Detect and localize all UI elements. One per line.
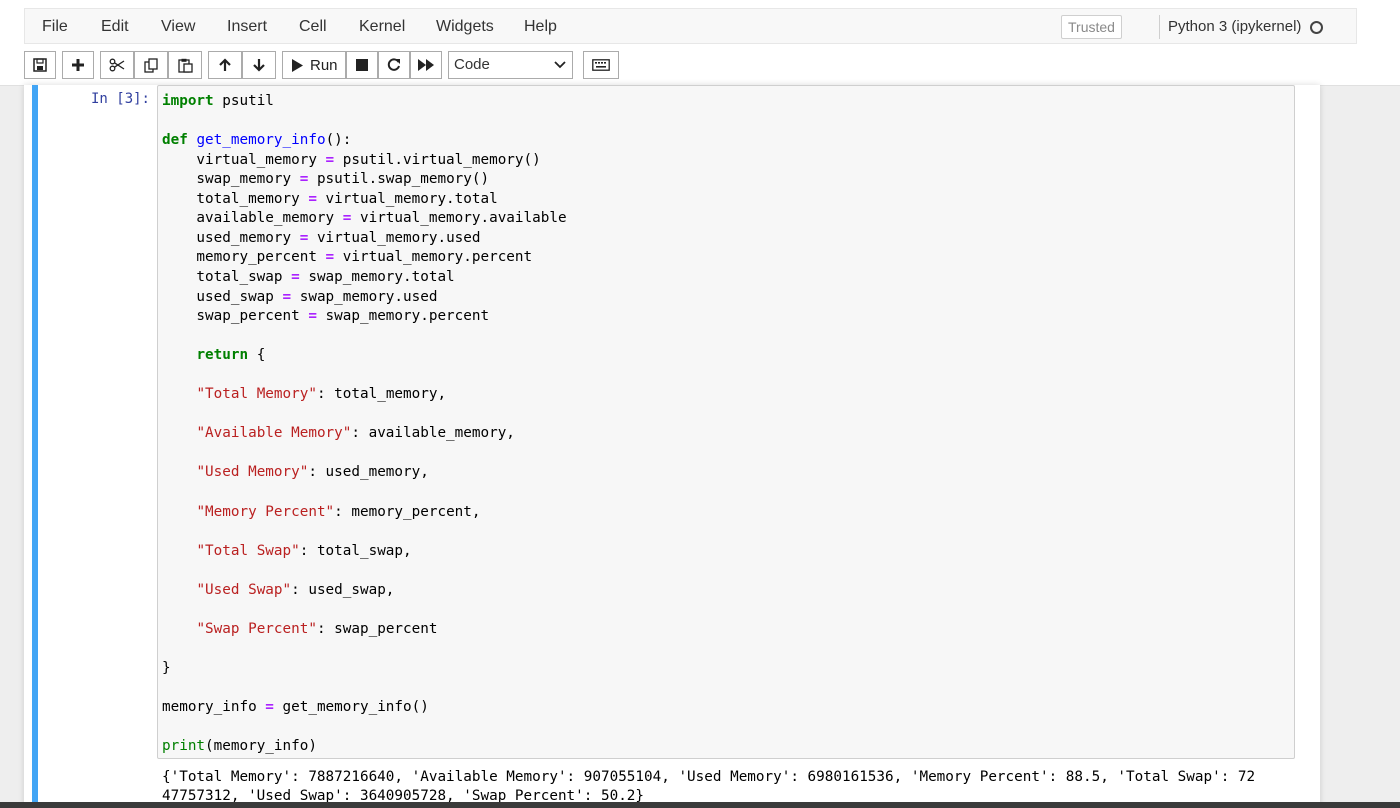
code-line: "Used Swap": used_swap, xyxy=(196,581,395,598)
code-line: swap_memory = psutil.swap_memory() xyxy=(162,171,490,188)
code-line: swap_percent = swap_memory.percent xyxy=(162,308,490,325)
selected-cell-indicator xyxy=(32,85,38,808)
code-line: "Total Swap": total_swap, xyxy=(196,542,412,559)
code-line: def get_memory_info(): xyxy=(162,132,352,149)
bottom-edge xyxy=(0,802,1400,808)
stop-icon xyxy=(356,59,368,71)
menu-help[interactable]: Help xyxy=(524,9,557,45)
run-icon xyxy=(292,58,303,72)
move-down-icon xyxy=(253,59,265,72)
code-line: available_memory = virtual_memory.availa… xyxy=(162,210,567,227)
output-line: {'Total Memory': 7887216640, 'Available … xyxy=(162,769,1256,785)
cell-output: {'Total Memory': 7887216640, 'Available … xyxy=(162,768,1255,806)
move-up-button[interactable] xyxy=(208,51,242,79)
kernel-separator xyxy=(1159,15,1160,39)
code-line: memory_percent = virtual_memory.percent xyxy=(162,249,533,266)
restart-button[interactable] xyxy=(378,51,410,79)
code-line: import psutil xyxy=(162,93,274,109)
trusted-badge[interactable]: Trusted xyxy=(1061,15,1122,39)
menubar: File Edit View Insert Cell Kernel Widget… xyxy=(24,8,1357,44)
save-icon xyxy=(33,58,47,72)
toolbar: Run Code xyxy=(24,48,1357,80)
menu-widgets[interactable]: Widgets xyxy=(436,9,494,45)
move-down-button[interactable] xyxy=(242,51,276,79)
paste-button[interactable] xyxy=(168,51,202,79)
command-palette-button[interactable] xyxy=(583,51,619,79)
code-line: print(memory_info) xyxy=(162,738,317,755)
cell-type-value: Code xyxy=(454,56,490,73)
code-line: "Used Memory": used_memory, xyxy=(196,464,429,481)
copy-button[interactable] xyxy=(134,51,168,79)
code-line: total_memory = virtual_memory.total xyxy=(162,190,498,207)
insert-cell-button[interactable] xyxy=(62,51,94,79)
code-line: used_memory = virtual_memory.used xyxy=(162,229,481,246)
cut-button[interactable] xyxy=(100,51,134,79)
kernel-idle-icon xyxy=(1310,21,1323,34)
run-label: Run xyxy=(310,56,338,74)
code-line: "Memory Percent": memory_percent, xyxy=(196,503,481,520)
menu-cell[interactable]: Cell xyxy=(299,9,327,45)
restart-icon xyxy=(387,58,400,71)
cut-icon xyxy=(109,58,125,72)
code-line: used_swap = swap_memory.used xyxy=(162,288,438,305)
code-line: total_swap = swap_memory.total xyxy=(162,268,455,285)
code-line: return { xyxy=(196,347,266,364)
code-line: "Available Memory": available_memory, xyxy=(196,425,515,442)
code-line: "Total Memory": total_memory, xyxy=(196,386,447,403)
menu-edit[interactable]: Edit xyxy=(101,9,129,45)
cell-type-select[interactable]: Code xyxy=(448,51,573,79)
code-line: "Swap Percent": swap_percent xyxy=(196,620,438,637)
menu-kernel[interactable]: Kernel xyxy=(359,9,405,45)
menu-file[interactable]: File xyxy=(42,9,68,45)
interrupt-button[interactable] xyxy=(346,51,378,79)
restart-run-all-button[interactable] xyxy=(410,51,442,79)
code-line: virtual_memory = psutil.virtual_memory() xyxy=(162,151,541,168)
notebook-header: File Edit View Insert Cell Kernel Widget… xyxy=(0,0,1400,86)
paste-icon xyxy=(177,58,193,73)
move-up-icon xyxy=(219,58,231,71)
code-line: } xyxy=(162,659,171,676)
add-icon xyxy=(72,59,84,71)
chevron-down-icon xyxy=(554,61,566,69)
code-line: memory_info = get_memory_info() xyxy=(162,699,429,716)
keyboard-icon xyxy=(592,59,610,71)
kernel-name[interactable]: Python 3 (ipykernel) xyxy=(1168,9,1301,45)
input-prompt: In [3]: xyxy=(90,91,150,107)
run-button[interactable]: Run xyxy=(282,51,346,79)
save-button[interactable] xyxy=(24,51,56,79)
menu-view[interactable]: View xyxy=(161,9,195,45)
fast-forward-icon xyxy=(418,59,434,71)
menu-insert[interactable]: Insert xyxy=(227,9,267,45)
copy-icon xyxy=(143,57,158,73)
